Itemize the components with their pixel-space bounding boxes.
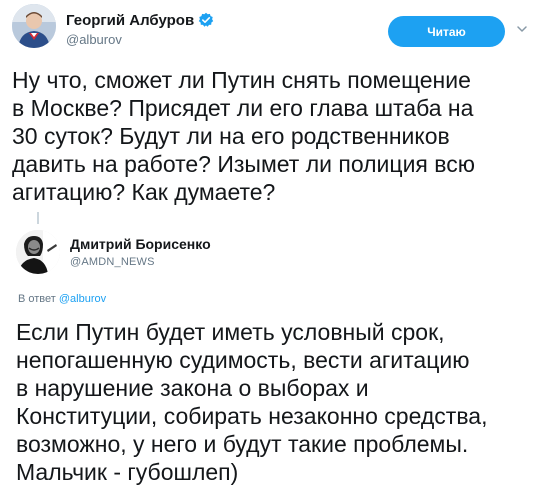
reply-author-handle[interactable]: @AMDN_NEWS [70, 256, 211, 268]
reply-to-handle-link[interactable]: @alburov [59, 293, 106, 305]
author-name-row: Георгий Албуров [66, 11, 214, 29]
thread-connector [37, 212, 39, 224]
avatar[interactable] [12, 4, 56, 48]
reply-context: В ответ @alburov [18, 293, 106, 305]
reply-avatar[interactable] [16, 230, 60, 274]
tweet-thread: Георгий Албуров @alburov Читаю Ну что, с… [0, 0, 535, 500]
reply-text: Если Путин будет иметь условный срок, не… [16, 319, 488, 485]
follow-button[interactable]: Читаю [388, 16, 505, 47]
verified-badge-icon [198, 12, 214, 28]
chevron-down-icon[interactable] [515, 22, 529, 36]
tweet-text: Ну что, сможет ли Путин снять помещение … [12, 67, 475, 205]
reply-author-name[interactable]: Дмитрий Борисенко [70, 236, 211, 253]
reply-prefix: В ответ [18, 293, 56, 305]
author-block: Георгий Албуров @alburov [66, 11, 214, 47]
reply-author-block: Дмитрий Борисенко @AMDN_NEWS [70, 236, 211, 268]
author-handle[interactable]: @alburov [66, 32, 214, 47]
author-name[interactable]: Георгий Албуров [66, 12, 194, 29]
